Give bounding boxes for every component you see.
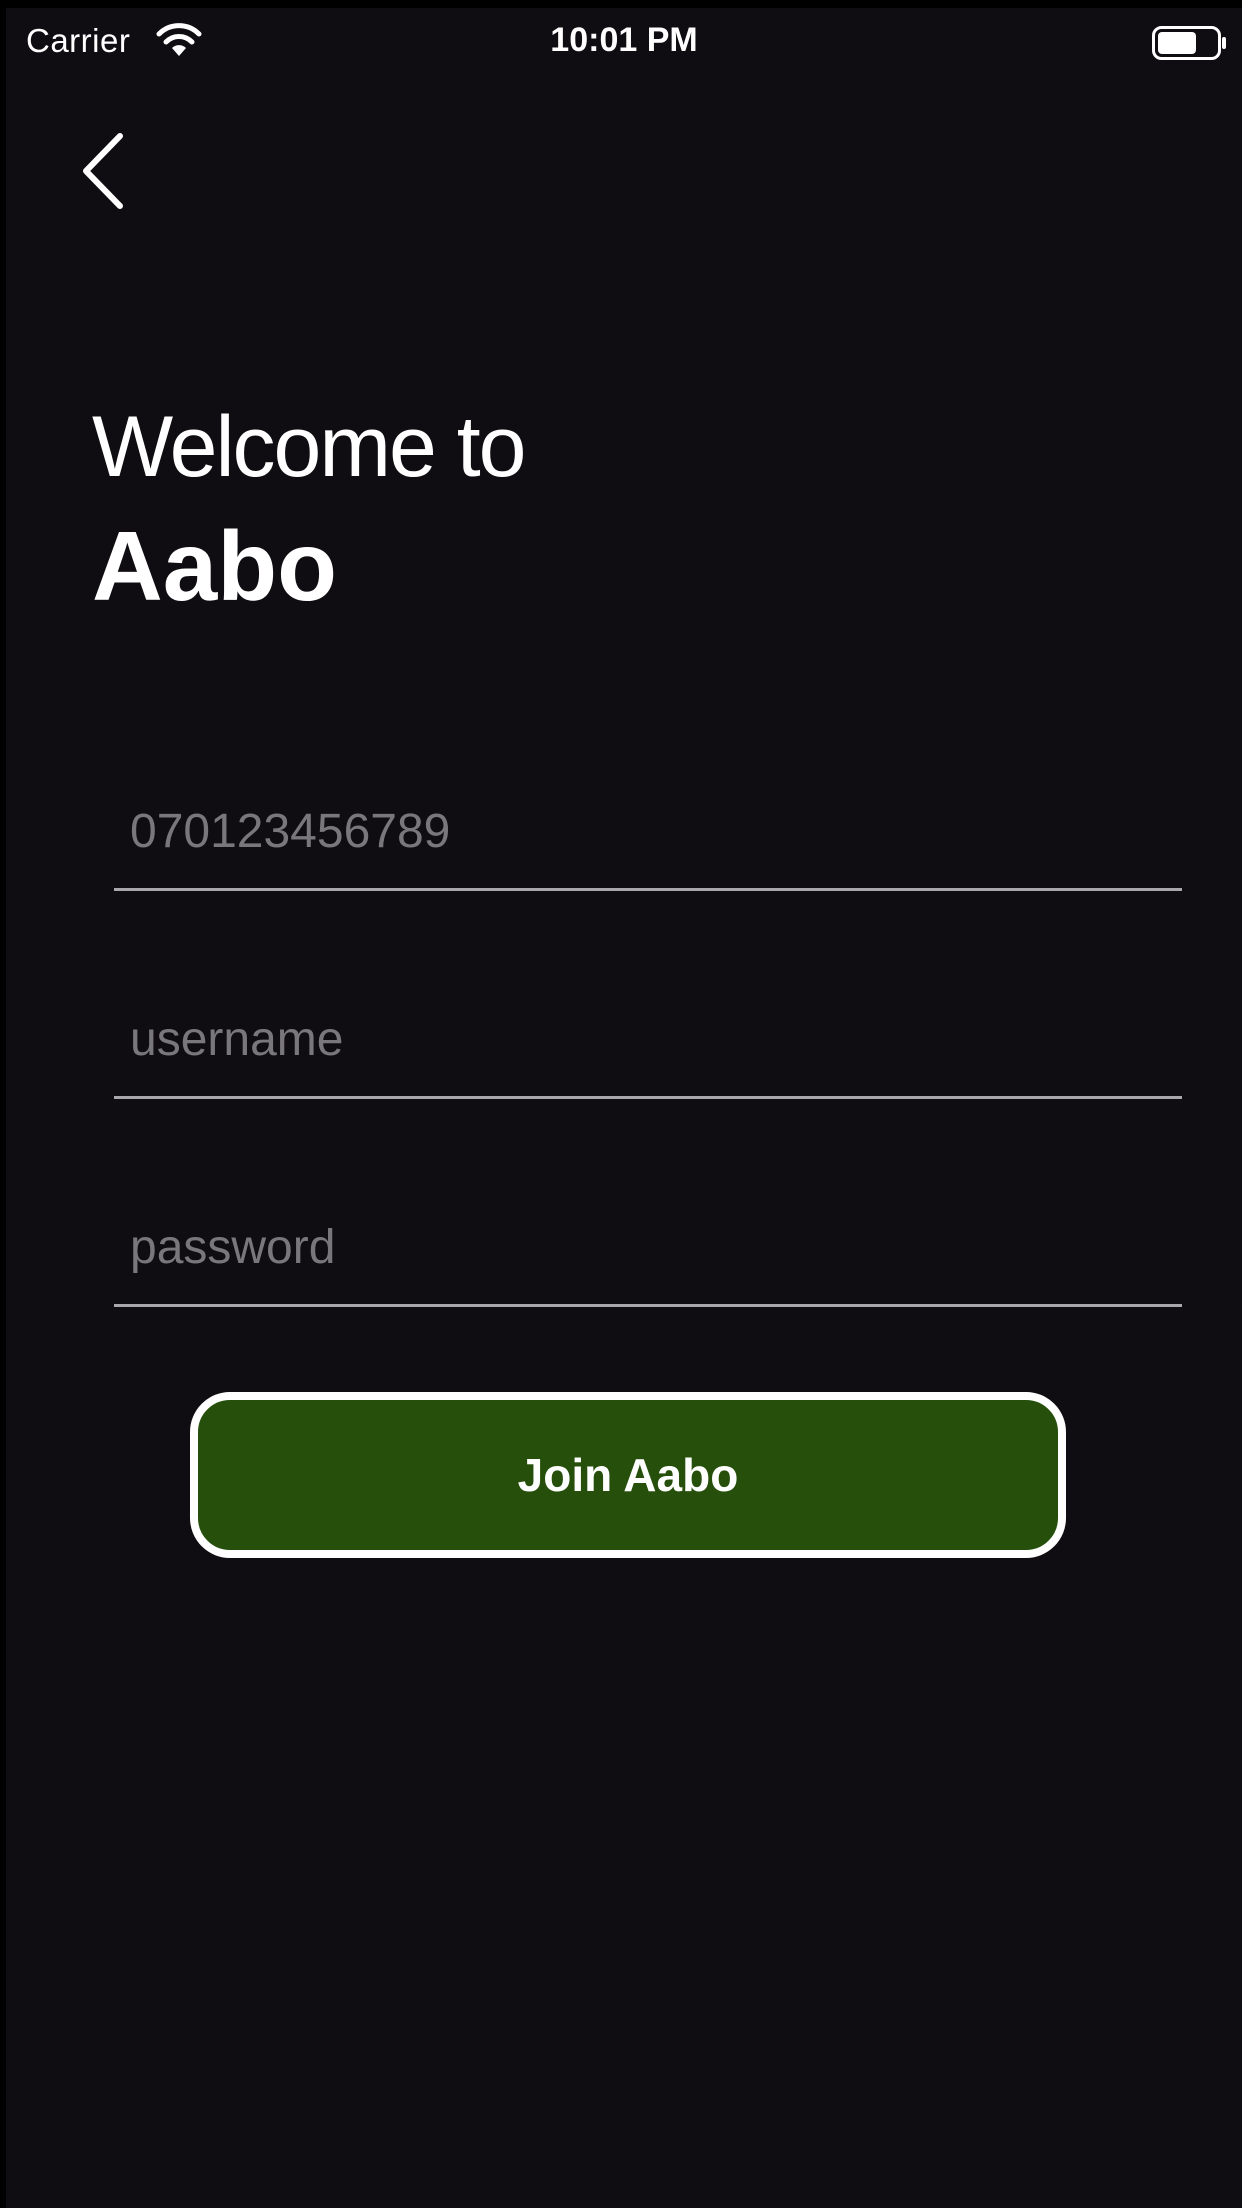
signup-screen: Carrier 10:01 PM Welcome to Aabo Join Aa…: [6, 8, 1242, 2208]
chevron-left-icon: [83, 133, 123, 209]
app-name-heading: Aabo: [92, 511, 337, 621]
phone-field: [114, 778, 1182, 891]
join-button-label: Join Aabo: [517, 1449, 739, 1501]
status-bar: Carrier 10:01 PM: [6, 8, 1242, 74]
username-field: [114, 986, 1182, 1099]
welcome-heading: Welcome to: [92, 399, 526, 495]
password-input[interactable]: [130, 1212, 1130, 1282]
phone-input[interactable]: [130, 796, 1130, 866]
password-field: [114, 1194, 1182, 1307]
status-time: 10:01 PM: [550, 21, 698, 59]
battery-icon: [1152, 26, 1226, 60]
username-input[interactable]: [130, 1004, 1130, 1074]
join-button[interactable]: Join Aabo: [190, 1392, 1066, 1558]
back-button[interactable]: [72, 126, 142, 216]
